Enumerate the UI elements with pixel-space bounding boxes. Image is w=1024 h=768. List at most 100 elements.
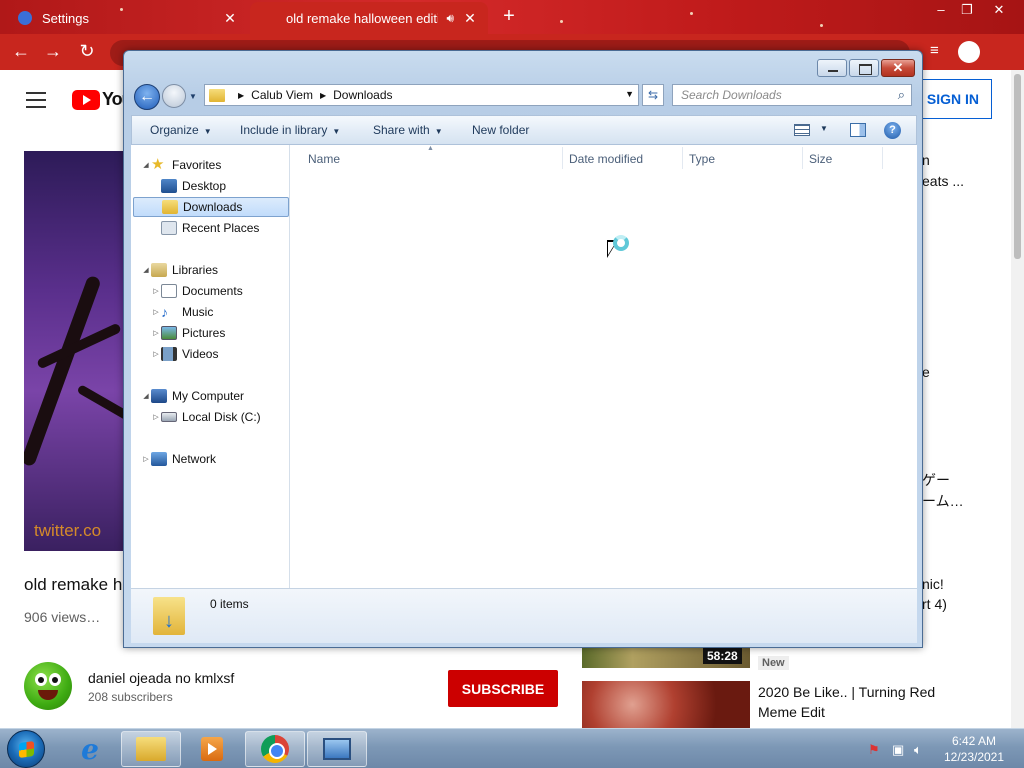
page-scrollbar[interactable] [1011,70,1024,728]
preview-pane-icon[interactable] [850,123,866,137]
search-downloads-input[interactable]: Search Downloads ⌕ [672,84,912,106]
recommendation-title-fragment[interactable]: eats ... [922,173,964,189]
recommendation-title[interactable]: 2020 Be Like.. | Turning Red Meme Edit [758,682,958,722]
start-button[interactable] [7,730,45,768]
close-tab-icon[interactable]: ✕ [462,10,478,27]
scrollbar-thumb[interactable] [1014,74,1021,259]
collapsed-arrow-icon[interactable]: ▷ [151,413,161,421]
recommendation-thumbnail[interactable] [582,681,750,728]
view-dropdown-icon[interactable]: ▼ [820,124,828,133]
network-tray-icon[interactable]: ▣ [892,742,904,758]
tab-settings[interactable]: Settings ✕ [8,2,248,34]
nav-local-disk[interactable]: ▷ Local Disk (C:) [151,407,260,427]
column-header-date-modified[interactable]: Date modified [569,152,643,166]
breadcrumb-user[interactable]: Calub Viem [251,88,313,102]
nav-downloads[interactable]: Downloads [133,197,289,217]
column-header-size[interactable]: Size [809,152,832,166]
nav-desktop[interactable]: Desktop [161,176,226,196]
taskbar-chrome[interactable] [245,731,305,767]
change-view-icon[interactable] [794,124,810,136]
channel-avatar[interactable] [24,662,72,710]
film-strip-icon [161,347,177,361]
explorer-close-button[interactable]: ✕ [881,59,915,77]
column-divider[interactable] [802,147,803,169]
nav-music[interactable]: ▷ ♪ Music [151,302,213,322]
recommendation-title-fragment[interactable]: ゲー [922,470,950,490]
column-header-name[interactable]: Name [308,152,340,166]
explorer-address-bar[interactable]: ▶ Calub Viem ▶ Downloads ▼ [204,84,639,106]
search-icon[interactable]: ⌕ [898,87,905,103]
close-tab-icon[interactable]: ✕ [222,10,238,27]
column-divider[interactable] [682,147,683,169]
recent-pages-dropdown-icon[interactable]: ▼ [189,92,197,101]
address-dropdown-icon[interactable]: ▼ [625,89,634,99]
nav-recent-places[interactable]: Recent Places [161,218,259,238]
command-bar: Organize ▼ Include in library ▼ Share with… [131,115,917,145]
expanded-arrow-icon[interactable]: ◢ [141,266,151,274]
speaker-icon[interactable]: 🔊︎ [446,11,454,26]
explorer-back-button[interactable]: ← [134,84,160,110]
taskbar-remote-desktop[interactable] [307,731,367,767]
tab-youtube-video[interactable]: old remake halloween editio 🔊︎ ✕ [250,2,488,94]
explorer-forward-button[interactable] [162,84,186,108]
nav-my-computer[interactable]: ◢ My Computer [141,386,244,406]
new-tab-button[interactable]: + [500,5,518,28]
recommendation-title-fragment[interactable]: e [922,364,930,380]
explorer-minimize-button[interactable] [817,59,847,77]
breadcrumb-separator-icon[interactable]: ▶ [320,91,326,100]
expanded-arrow-icon[interactable]: ◢ [141,161,151,169]
recommendation-title-fragment[interactable]: ーム… [922,491,964,511]
nav-documents[interactable]: ▷ Documents [151,281,243,301]
column-header-type[interactable]: Type [689,152,715,166]
reload-icon[interactable]: ↻ [76,41,98,62]
back-arrow-icon[interactable]: ← [10,41,32,62]
browser-close-button[interactable]: ✕ [986,2,1012,20]
taskbar-windows-explorer[interactable] [121,731,181,767]
nav-pictures[interactable]: ▷ Pictures [151,323,225,343]
profile-avatar-icon[interactable] [958,41,980,63]
collapsed-arrow-icon[interactable]: ▷ [151,287,161,295]
action-center-flag-icon[interactable]: ⚑ [868,742,880,758]
include-in-library-menu[interactable]: Include in library ▼ [240,123,340,137]
nav-videos[interactable]: ▷ Videos [151,344,218,364]
collapsed-arrow-icon[interactable]: ▷ [151,329,161,337]
volume-icon[interactable]: 🔈︎ [914,742,922,758]
organize-menu[interactable]: Organize ▼ [150,123,212,137]
sign-in-button[interactable]: SIGN IN [915,79,992,119]
file-list-pane[interactable]: ▲ Name Date modified Type Size [290,145,917,588]
folder-icon [209,88,225,102]
channel-name[interactable]: daniel ojeada no kmlxsf [88,670,234,686]
explorer-maximize-button[interactable] [849,59,879,77]
video-player[interactable]: twitter.co [24,151,134,551]
share-with-menu[interactable]: Share with ▼ [373,123,443,137]
documents-icon [161,284,177,298]
collapsed-arrow-icon[interactable]: ▷ [151,308,161,316]
tree-branch [24,274,102,468]
new-folder-button[interactable]: New folder [472,123,529,137]
recommendation-title-fragment[interactable]: nic! [922,576,944,592]
expanded-arrow-icon[interactable]: ◢ [141,392,151,400]
system-clock[interactable]: 6:42 AM 12/23/2021 [935,733,1013,765]
forward-arrow-icon[interactable]: → [42,41,64,62]
taskbar-internet-explorer[interactable]: e [60,731,120,767]
collapsed-arrow-icon[interactable]: ▷ [151,350,161,358]
refresh-icon[interactable]: ⇆ [642,84,664,106]
youtube-play-icon [72,89,100,110]
recommendation-title-fragment[interactable]: n [922,152,930,168]
nav-favorites[interactable]: ◢ ★ Favorites [141,155,221,175]
browser-maximize-button[interactable]: ❐ [954,2,980,20]
help-icon[interactable]: ? [884,122,901,139]
subscribe-button[interactable]: SUBSCRIBE [448,670,558,707]
collapsed-arrow-icon[interactable]: ▷ [141,455,151,463]
breadcrumb-separator-icon[interactable]: ▶ [238,91,244,100]
column-divider[interactable] [562,147,563,169]
media-control-icon[interactable]: ≡ [930,42,939,59]
nav-network[interactable]: ▷ Network [141,449,216,469]
menu-icon[interactable] [26,92,46,113]
browser-minimize-button[interactable]: – [928,2,954,20]
breadcrumb-downloads[interactable]: Downloads [333,88,392,102]
column-divider[interactable] [882,147,883,169]
recommendation-title-fragment[interactable]: rt 4) [922,596,947,612]
taskbar-media-player[interactable] [182,731,242,767]
nav-libraries[interactable]: ◢ Libraries [141,260,218,280]
